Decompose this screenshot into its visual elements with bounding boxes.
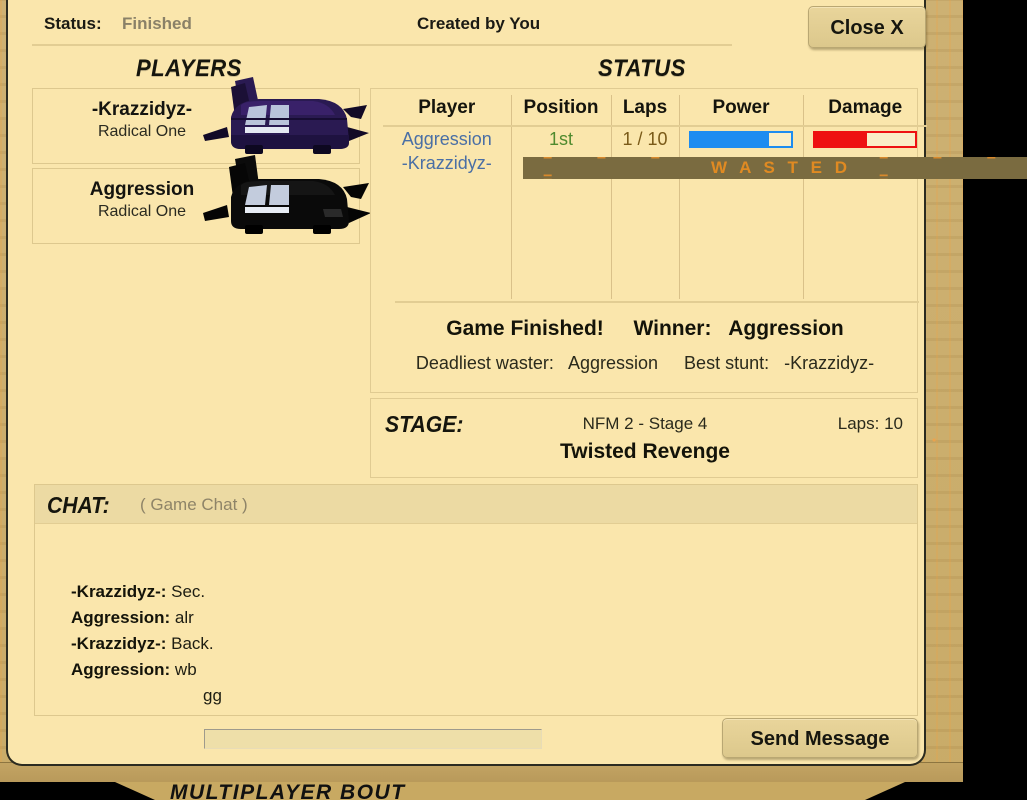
created-by-label: Created by You [417,14,541,33]
damage-bar [813,130,918,148]
chat-author: -Krazzidyz-: [71,582,167,601]
chat-log[interactable]: -Krazzidyz-: Sec. Aggression: alr -Krazz… [35,523,917,715]
chat-input[interactable] [204,729,542,749]
chat-header: CHAT: ( Game Chat ) [35,485,917,524]
chat-author: -Krazzidyz-: [71,634,167,653]
banner-title: MULTIPLAYER BOUT [170,783,406,800]
game-result-line: Game Finished! Winner: Aggression [371,315,919,343]
chat-line: -Krazzidyz-: Back. [71,631,917,657]
chat-line: Aggression: alr [71,605,917,631]
deadliest-waster-name: Aggression [567,353,659,373]
car-sprite-purple [203,77,369,154]
player-card-aggression[interactable]: Aggression Radical One [32,155,371,244]
damage-bar-fill [815,132,868,146]
chat-line: Aggression: wb [71,657,917,683]
winner-name: Aggression [728,317,844,340]
player-name: -Krazzidyz- [91,99,193,120]
chat-text: Sec. [171,582,206,601]
chat-author: Aggression: [71,608,171,627]
row-laps: 1 / 10 [611,126,680,151]
table-row: Aggression 1st 1 / 10 [383,126,927,151]
car-sprite-black [203,155,371,234]
window-header: Status: Finished Created by You Close X [20,4,926,48]
stage-laps: Laps: 10 [837,414,903,433]
table-header-row: Player Position Laps Power Damage [383,95,927,127]
best-stunt-name: -Krazzidyz- [784,353,875,373]
column-header-position: Position [511,95,612,127]
column-header-player: Player [383,95,512,127]
players-heading: PLAYERS [136,55,242,82]
stage-title: Twisted Revenge [560,440,730,463]
player-car-name: Radical One [97,203,187,220]
chat-text: wb [174,660,197,679]
deadliest-waster-label: Deadliest waster: [415,353,554,373]
row-position: 1st [511,126,612,151]
wasted-marks-left: = = = = [543,157,660,179]
send-message-button[interactable]: Send Message [722,718,918,758]
column-header-power: Power [679,95,804,127]
table-bottom-divider [395,301,919,303]
game-finished-text: Game Finished! [446,317,604,340]
player-car-name: Radical One [97,123,187,140]
row-player-name: Aggression [383,126,512,151]
column-header-laps: Laps [611,95,680,127]
chat-line: -Krazzidyz-: Sec. [71,579,917,605]
player-name: Aggression [89,179,195,200]
winner-label: Winner: [633,317,712,340]
chat-heading: CHAT: [47,492,110,518]
players-list: -Krazzidyz- Radical One Aggression Radic… [32,77,371,244]
chat-text: Back. [171,634,214,653]
power-bar [689,130,793,148]
power-bar-fill [691,132,769,146]
table-row-empty [383,175,927,237]
table-row-empty [383,237,927,299]
chat-author: Aggression: [71,660,171,679]
wasted-banner: = = = = W A S T E D = = = = [523,157,1027,179]
row-damage-cell [803,126,927,151]
game-awards-line: Deadliest waster: Aggression Best stunt:… [371,351,919,375]
background-bottom-banner: MULTIPLAYER BOUT [0,782,963,800]
chat-text: alr [174,608,194,627]
header-info-bar: Status: Finished Created by You [32,4,732,46]
column-header-damage: Damage [803,95,927,127]
best-stunt-label: Best stunt: [684,353,770,373]
player-card-krazzidyz[interactable]: -Krazzidyz- Radical One [32,77,369,164]
stage-panel: STAGE: NFM 2 - Stage 4 Laps: 10 Twisted … [370,398,918,478]
row-player-name: -Krazzidyz- [383,151,512,175]
status-value: Finished [122,14,192,33]
chat-panel: CHAT: ( Game Chat ) -Krazzidyz-: Sec. Ag… [34,484,918,716]
row-power-cell [679,126,804,151]
multiplayer-results-window: Status: Finished Created by You Close X … [6,0,1027,766]
race-status-panel: Player Position Laps Power Damage Aggres… [370,88,1027,393]
status-heading: STATUS [598,55,686,82]
close-button[interactable]: Close X [808,6,926,48]
race-table: Player Position Laps Power Damage Aggres… [383,95,1027,317]
chat-line: gg [71,683,917,709]
chat-channel-label: ( Game Chat ) [140,495,248,514]
wasted-marks-right: = = = = [879,157,996,179]
status-label: Status: [44,14,102,33]
chat-text: gg [203,686,222,705]
wasted-label: W A S T E D [710,158,851,177]
